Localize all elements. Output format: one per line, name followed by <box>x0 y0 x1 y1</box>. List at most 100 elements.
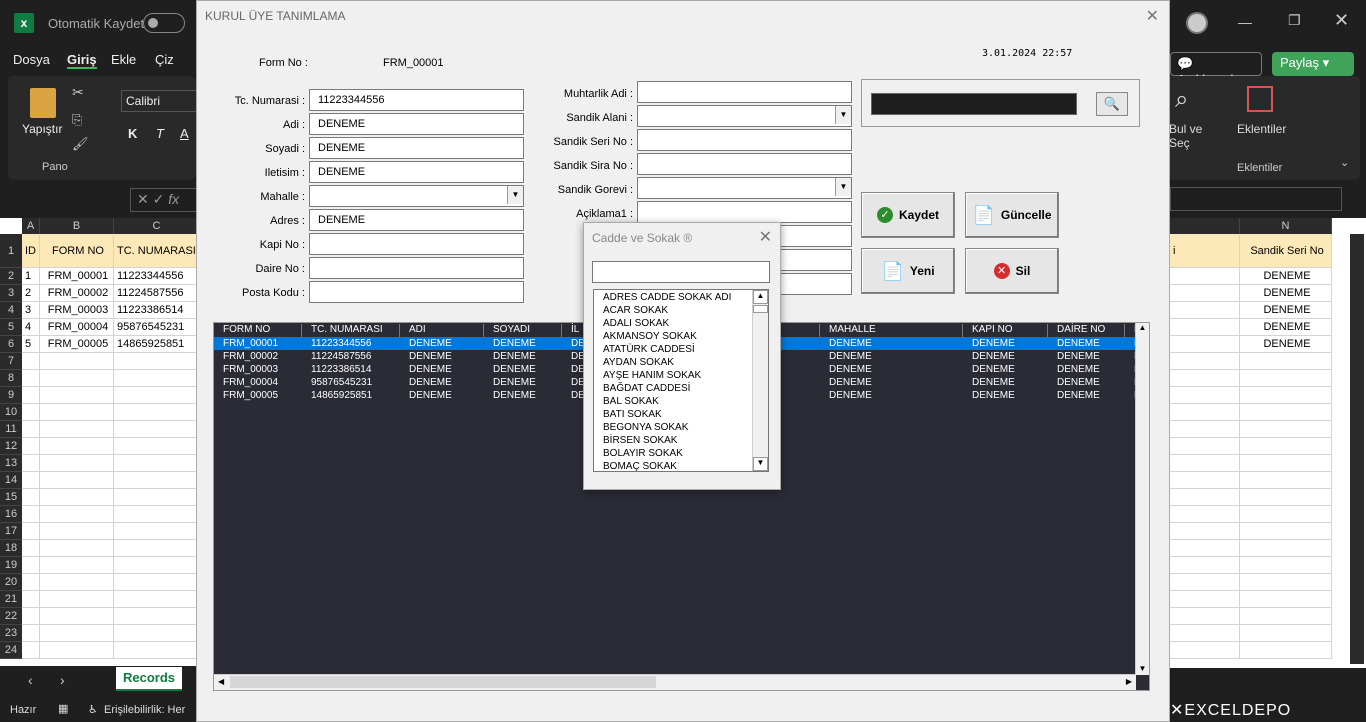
prev-sheet-icon[interactable]: ‹ <box>28 672 33 688</box>
cell-tc[interactable] <box>114 353 200 370</box>
cell-id[interactable] <box>22 421 40 438</box>
cell-tc[interactable] <box>114 625 200 642</box>
field-input[interactable]: DENEME <box>309 209 524 231</box>
row-header[interactable]: 14 <box>0 472 22 489</box>
cell-tc[interactable] <box>114 574 200 591</box>
underline-icon[interactable]: A <box>180 126 189 141</box>
cell-form-no[interactable] <box>40 455 114 472</box>
row-header[interactable]: 9 <box>0 387 22 404</box>
listview-column-header[interactable]: MAHALLE <box>820 324 963 337</box>
row-header[interactable]: 18 <box>0 540 22 557</box>
cell-sandik-seri[interactable] <box>1240 438 1332 455</box>
cell-form-no[interactable] <box>40 370 114 387</box>
accessibility-status[interactable]: Erişilebilirlik: Her <box>104 704 185 716</box>
cell-form-no[interactable] <box>40 387 114 404</box>
cell-form-no[interactable]: FRM_00003 <box>40 302 114 319</box>
street-list-item[interactable]: AKMANSOY SOKAK <box>603 331 697 342</box>
cell-id[interactable]: 5 <box>22 336 40 353</box>
cell-m[interactable] <box>1170 540 1240 557</box>
cell-id[interactable] <box>22 557 40 574</box>
cell-form-no[interactable] <box>40 625 114 642</box>
cell-form-no[interactable]: FRM_00002 <box>40 285 114 302</box>
row-header[interactable]: 8 <box>0 370 22 387</box>
cell-m[interactable] <box>1170 370 1240 387</box>
cell-m[interactable] <box>1170 608 1240 625</box>
cell-tc[interactable] <box>114 489 200 506</box>
cell-tc[interactable] <box>114 404 200 421</box>
row-header[interactable]: 7 <box>0 353 22 370</box>
cell-form-no[interactable] <box>40 472 114 489</box>
row-header[interactable]: 23 <box>0 625 22 642</box>
scroll-up-icon[interactable]: ▲ <box>1136 323 1149 332</box>
cell-tc[interactable] <box>114 642 200 659</box>
listview-column-header[interactable]: KAPI NO <box>963 324 1048 337</box>
cell-tc[interactable] <box>114 421 200 438</box>
cell-sandik-seri[interactable] <box>1240 506 1332 523</box>
cell-m[interactable] <box>1170 574 1240 591</box>
street-listbox[interactable]: ADRES CADDE SOKAK ADI ACAR SOKAK ADALI SOK… <box>593 289 769 472</box>
accessibility-icon[interactable]: ♿ <box>88 703 98 716</box>
row-header[interactable]: 21 <box>0 591 22 608</box>
cell-sandik-seri[interactable] <box>1240 540 1332 557</box>
listview-column-header[interactable]: SOYADI <box>484 324 562 337</box>
cell-tc[interactable] <box>114 557 200 574</box>
row-header[interactable]: 20 <box>0 574 22 591</box>
cell-m[interactable] <box>1170 455 1240 472</box>
field-input[interactable] <box>637 81 852 103</box>
tab-insert[interactable]: Ekle <box>111 52 136 67</box>
search-input[interactable] <box>871 93 1077 115</box>
bold-icon[interactable]: K <box>128 126 137 141</box>
cell-m[interactable] <box>1170 625 1240 642</box>
cell-tc[interactable] <box>114 523 200 540</box>
cell-id[interactable]: 4 <box>22 319 40 336</box>
cell-tc[interactable]: 14865925851 <box>114 336 200 353</box>
street-list-item[interactable]: ACAR SOKAK <box>603 305 668 316</box>
cell-tc[interactable] <box>114 472 200 489</box>
cell-m[interactable] <box>1170 404 1240 421</box>
close-icon[interactable]: ✕ <box>1334 10 1349 31</box>
scroll-down-icon[interactable]: ▼ <box>1136 664 1149 673</box>
row-header[interactable]: 3 <box>0 285 22 302</box>
tab-draw[interactable]: Çiz <box>155 52 174 67</box>
cell-id[interactable] <box>22 523 40 540</box>
cell-form-no[interactable] <box>40 421 114 438</box>
row-header[interactable]: 2 <box>0 268 22 285</box>
cell-form-no[interactable] <box>40 438 114 455</box>
street-list-item[interactable]: BATI SOKAK <box>603 409 662 420</box>
cell-tc[interactable]: 95876545231 <box>114 319 200 336</box>
field-input[interactable] <box>637 201 852 223</box>
cell-m[interactable] <box>1170 523 1240 540</box>
cell-id[interactable] <box>22 370 40 387</box>
col-header-m[interactable] <box>1170 218 1240 234</box>
row-header[interactable]: 15 <box>0 489 22 506</box>
addins-icon[interactable] <box>1247 86 1273 112</box>
cell-tc[interactable] <box>114 506 200 523</box>
cell-sandik-seri[interactable] <box>1240 591 1332 608</box>
cell-m[interactable] <box>1170 336 1240 353</box>
cell-tc[interactable] <box>114 387 200 404</box>
street-search-input[interactable] <box>592 261 770 283</box>
form-close-icon[interactable]: ✕ <box>1146 6 1159 26</box>
cell-id[interactable]: 2 <box>22 285 40 302</box>
col-header-n[interactable]: N <box>1240 218 1332 234</box>
cell-m[interactable] <box>1170 557 1240 574</box>
row-header[interactable]: 13 <box>0 455 22 472</box>
cell-sandik-seri[interactable]: DENEME <box>1240 302 1332 319</box>
search-button[interactable]: 🔍 <box>1096 92 1128 116</box>
cell-form-no[interactable] <box>40 353 114 370</box>
cell-sandik-seri[interactable] <box>1240 370 1332 387</box>
cell-id[interactable] <box>22 625 40 642</box>
street-list-item[interactable]: ATATÜRK CADDESİ <box>603 344 695 355</box>
cell-sandik-seri[interactable] <box>1240 387 1332 404</box>
cell-m[interactable] <box>1170 506 1240 523</box>
tab-home[interactable]: Giriş <box>67 52 97 69</box>
next-sheet-icon[interactable]: › <box>60 672 65 688</box>
col-header-c[interactable]: C <box>114 218 200 234</box>
cell-sandik-seri[interactable] <box>1240 455 1332 472</box>
cell-m[interactable] <box>1170 268 1240 285</box>
cell-m[interactable] <box>1170 353 1240 370</box>
cell-tc[interactable]: 11223386514 <box>114 302 200 319</box>
street-list-item[interactable]: BEGONYA SOKAK <box>603 422 688 433</box>
row-header[interactable]: 24 <box>0 642 22 659</box>
scroll-left-icon[interactable]: ◀ <box>218 677 224 686</box>
